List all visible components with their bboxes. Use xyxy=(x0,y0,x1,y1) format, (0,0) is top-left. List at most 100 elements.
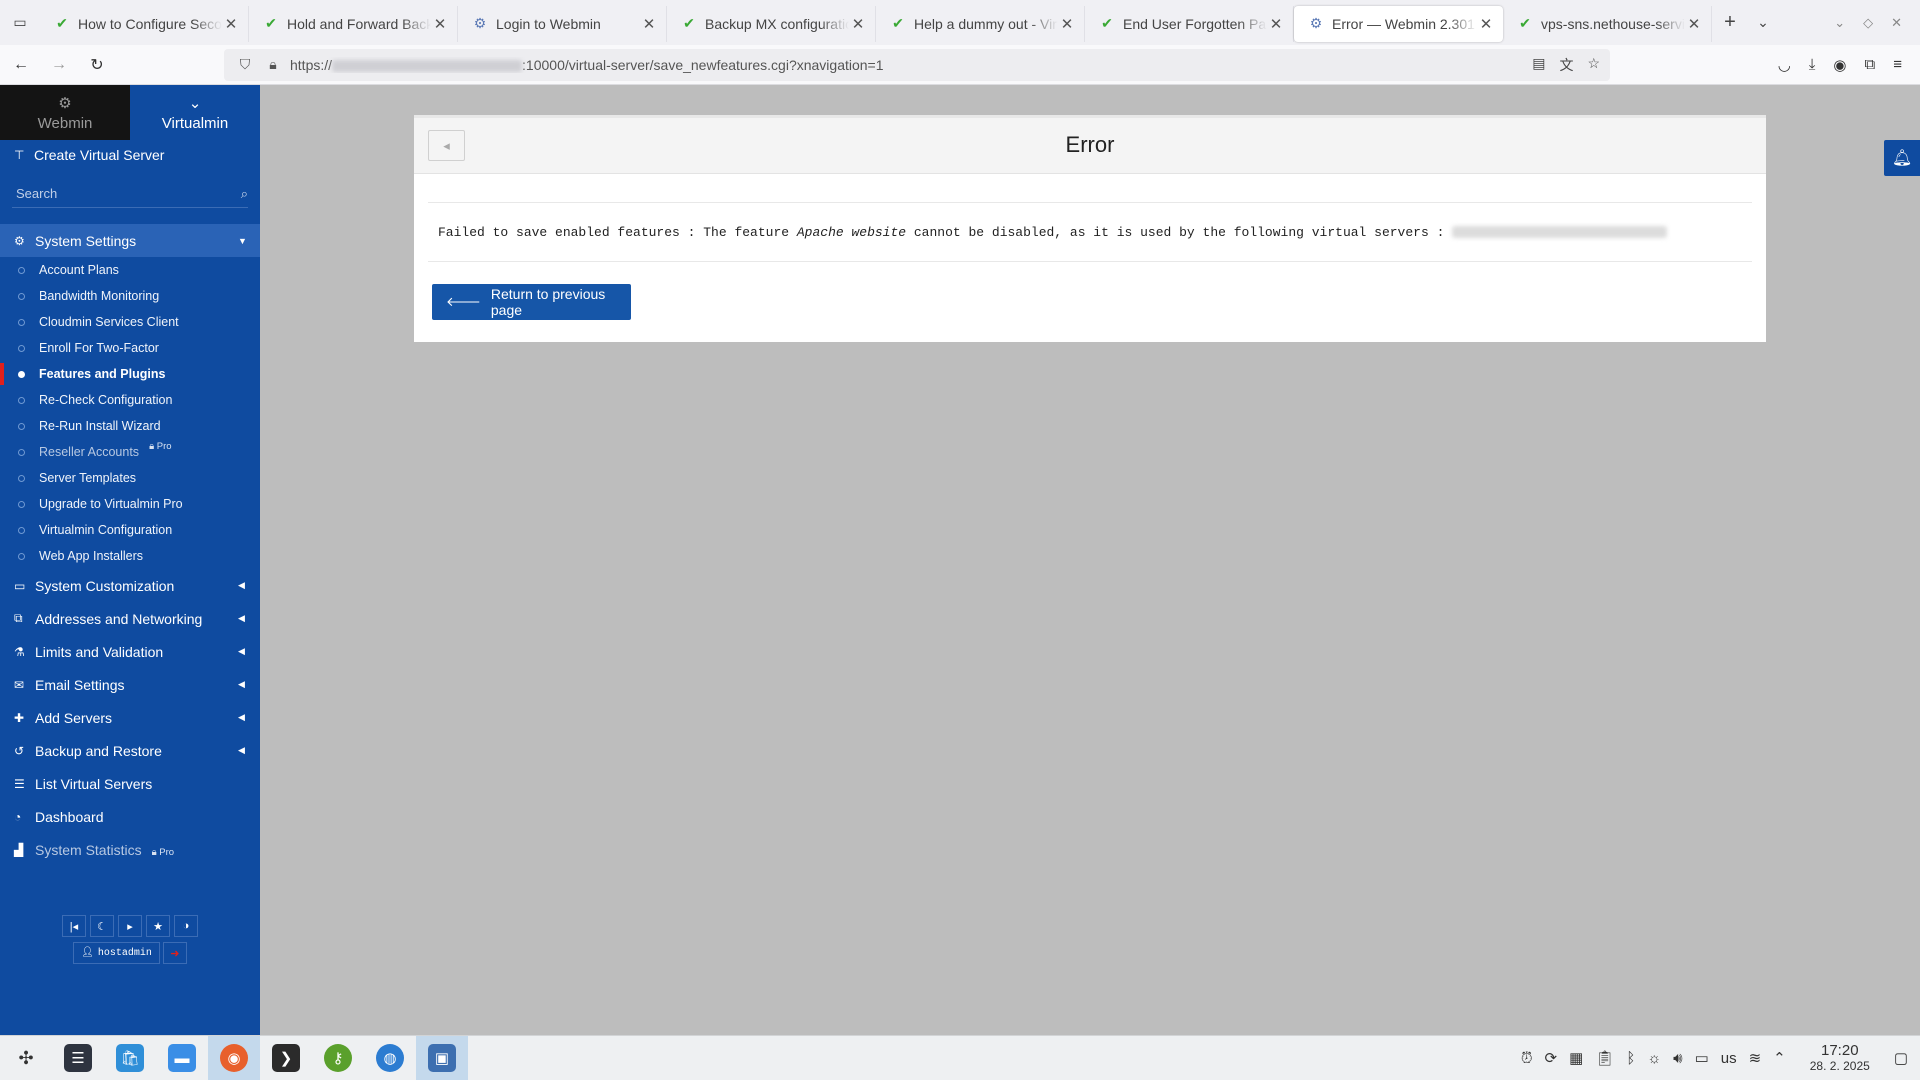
category-system-settings[interactable]: ⚙ System Settings ▼ xyxy=(0,224,260,257)
keepassxc-icon[interactable]: ⚷ xyxy=(312,1036,364,1080)
maximize-icon[interactable]: ◇ xyxy=(1863,15,1873,31)
tray-expand-icon[interactable]: ⌃ xyxy=(1773,1049,1786,1067)
menu-icon[interactable]: ≡ xyxy=(1893,56,1902,74)
sidebar-item[interactable]: Bandwidth Monitoring xyxy=(0,283,260,309)
favorites-star-icon[interactable]: ★ xyxy=(146,915,170,937)
collapse-icon[interactable]: |◂ xyxy=(62,915,86,937)
close-tab-icon[interactable]: ✕ xyxy=(640,15,658,33)
sidebar-item[interactable]: Re-Check Configuration xyxy=(0,387,260,413)
virtualmin-logo-icon: ⌄ xyxy=(188,94,202,112)
new-tab-button[interactable]: + xyxy=(1712,11,1748,34)
palette-icon[interactable]: ◑ xyxy=(174,915,198,937)
sidebar-category[interactable]: ✚ Add Servers ◀ xyxy=(0,701,260,734)
browser-tab[interactable]: ⚙ Login to Webmin ✕ xyxy=(458,5,667,42)
reload-icon[interactable]: ↻ xyxy=(80,49,114,81)
wifi-icon[interactable]: ≋ xyxy=(1749,1049,1762,1067)
minimize-icon[interactable]: ⌄ xyxy=(1834,15,1845,31)
dashboard-icon: ◔ xyxy=(14,809,22,824)
tab-list-icon[interactable]: ▭ xyxy=(0,0,40,45)
keyboard-grid-icon[interactable]: ▦ xyxy=(1569,1049,1583,1067)
file-manager-icon[interactable]: ▬ xyxy=(156,1036,208,1080)
url-text[interactable]: https://:10000/virtual-server/save_newfe… xyxy=(290,57,1532,73)
sidebar-category[interactable]: ✉ Email Settings ◀ xyxy=(0,668,260,701)
browser-tab[interactable]: ✔Hold and Forward Backup✕ xyxy=(249,5,458,42)
account-icon[interactable]: ◉ xyxy=(1833,56,1846,74)
shield-icon[interactable]: ⛉ xyxy=(234,56,256,73)
network-browser-icon[interactable]: ◍ xyxy=(364,1036,416,1080)
url-bar[interactable]: ⛉ 🔒︎ https://:10000/virtual-server/save_… xyxy=(224,48,1610,81)
sidebar-category[interactable]: ↺ Backup and Restore ◀ xyxy=(0,734,260,767)
firefox-icon[interactable]: ◉ xyxy=(208,1035,260,1080)
battery-icon[interactable]: ▭ xyxy=(1695,1049,1709,1067)
sidebar-item[interactable]: Server Templates xyxy=(0,465,260,491)
close-window-icon[interactable]: ✕ xyxy=(1891,15,1902,31)
return-to-previous-page-button[interactable]: 🡐 Return to previous page xyxy=(432,284,631,320)
virtualmin-switch-tab[interactable]: ⌄ Virtualmin xyxy=(130,85,260,140)
remote-desktop-icon[interactable]: ▣ xyxy=(416,1035,468,1080)
sidebar-category[interactable]: ◔ Dashboard xyxy=(0,800,260,833)
brightness-icon[interactable]: ☼ xyxy=(1647,1050,1661,1067)
terminal-icon[interactable]: ▸ xyxy=(118,915,142,937)
notifications-bell-icon[interactable]: 🔔︎ xyxy=(1884,140,1920,176)
browser-tab[interactable]: ✔ Backup MX configuration ✕ xyxy=(667,5,876,42)
browser-tab[interactable]: ✔ vps-sns.nethouse-service ✕ xyxy=(1503,5,1712,42)
sidebar-item[interactable]: Web App Installers xyxy=(0,543,260,569)
sidebar-item[interactable]: Enroll For Two-Factor xyxy=(0,335,260,361)
search-icon[interactable]: ⌕ xyxy=(241,186,248,202)
night-mode-icon[interactable]: ☾ xyxy=(90,915,114,937)
close-tab-icon[interactable]: ✕ xyxy=(1267,15,1285,33)
system-settings-icon[interactable]: ☰ xyxy=(52,1036,104,1080)
close-tab-icon[interactable]: ✕ xyxy=(222,15,240,33)
close-tab-icon[interactable]: ✕ xyxy=(431,15,449,33)
browser-tab[interactable]: ✔How to Configure Secondary✕ xyxy=(40,5,249,42)
software-center-icon[interactable]: 🛍︎ xyxy=(104,1036,156,1080)
browser-tab[interactable]: ✔End User Forgotten Password✕ xyxy=(1085,5,1294,42)
clipboard-icon[interactable]: 📋︎ xyxy=(1595,1049,1614,1067)
sidebar-item[interactable]: Upgrade to Virtualmin Pro xyxy=(0,491,260,517)
close-tab-icon[interactable]: ✕ xyxy=(1477,15,1495,33)
bluetooth-icon[interactable]: ᛒ xyxy=(1626,1050,1635,1067)
show-desktop-icon[interactable]: ▢ xyxy=(1894,1049,1908,1067)
update-icon[interactable]: ⟳ xyxy=(1545,1049,1558,1067)
sidebar-item[interactable]: Account Plans xyxy=(0,257,260,283)
reader-view-icon[interactable]: ▤ xyxy=(1532,55,1545,75)
keyboard-layout[interactable]: us xyxy=(1721,1050,1737,1067)
translate-icon[interactable]: 文 xyxy=(1559,55,1573,75)
webmin-switch-tab[interactable]: ⚙ Webmin xyxy=(0,85,130,140)
volume-icon[interactable]: 🔊︎ xyxy=(1673,1050,1682,1067)
search-input[interactable] xyxy=(16,186,216,201)
back-icon[interactable]: ← xyxy=(4,49,38,81)
extensions-icon[interactable]: ⧉ xyxy=(1865,56,1876,74)
sidebar-item[interactable]: Virtualmin Configuration xyxy=(0,517,260,543)
virtualmin-check-icon: ✔ xyxy=(683,15,695,31)
browser-tab[interactable]: ⚙Error — Webmin 2.301 on✕ xyxy=(1294,5,1503,42)
app-launcher-icon[interactable]: ✣ xyxy=(0,1036,52,1080)
webmin-logo-icon: ⚙ xyxy=(58,94,72,112)
sidebar-item[interactable]: Reseller Accounts 🔒︎ Pro xyxy=(0,439,260,465)
alarm-icon[interactable]: ⏰︎ xyxy=(1521,1050,1533,1067)
sidebar-category[interactable]: ▟ System Statistics 🔒︎ Pro xyxy=(0,833,260,866)
downloads-icon[interactable]: ⤓ xyxy=(1809,56,1816,74)
create-virtual-server-link[interactable]: ⊤ Create Virtual Server xyxy=(0,142,260,168)
close-tab-icon[interactable]: ✕ xyxy=(1685,15,1703,33)
sidebar-category[interactable]: ☰ List Virtual Servers xyxy=(0,767,260,800)
user-button[interactable]: 👤︎ hostadmin xyxy=(73,942,160,964)
clock[interactable]: 17:20 28. 2. 2025 xyxy=(1798,1043,1882,1073)
close-tab-icon[interactable]: ✕ xyxy=(1058,15,1076,33)
sidebar-item[interactable]: Re-Run Install Wizard xyxy=(0,413,260,439)
sidebar-item[interactable]: Features and Plugins xyxy=(0,361,260,387)
sidebar-category[interactable]: ▭ System Customization ◀ xyxy=(0,569,260,602)
pocket-icon[interactable]: ◡ xyxy=(1778,56,1791,74)
terminal-app-icon[interactable]: ❯ xyxy=(260,1036,312,1080)
logout-icon[interactable]: ➜ xyxy=(162,942,187,964)
lock-icon[interactable]: 🔒︎ xyxy=(262,56,284,73)
bookmark-star-icon[interactable]: ☆ xyxy=(1587,55,1600,75)
list-all-tabs-icon[interactable]: ⌄ xyxy=(1748,14,1778,31)
sidebar-category[interactable]: ⚗ Limits and Validation ◀ xyxy=(0,635,260,668)
browser-tab[interactable]: ✔Help a dummy out - Virtualmin✕ xyxy=(876,5,1085,42)
sidebar-item[interactable]: Cloudmin Services Client xyxy=(0,309,260,335)
close-tab-icon[interactable]: ✕ xyxy=(849,15,867,33)
forward-icon[interactable]: → xyxy=(42,49,76,81)
page-title: Error xyxy=(1065,132,1115,157)
sidebar-category[interactable]: ⧉ Addresses and Networking ◀ xyxy=(0,602,260,635)
